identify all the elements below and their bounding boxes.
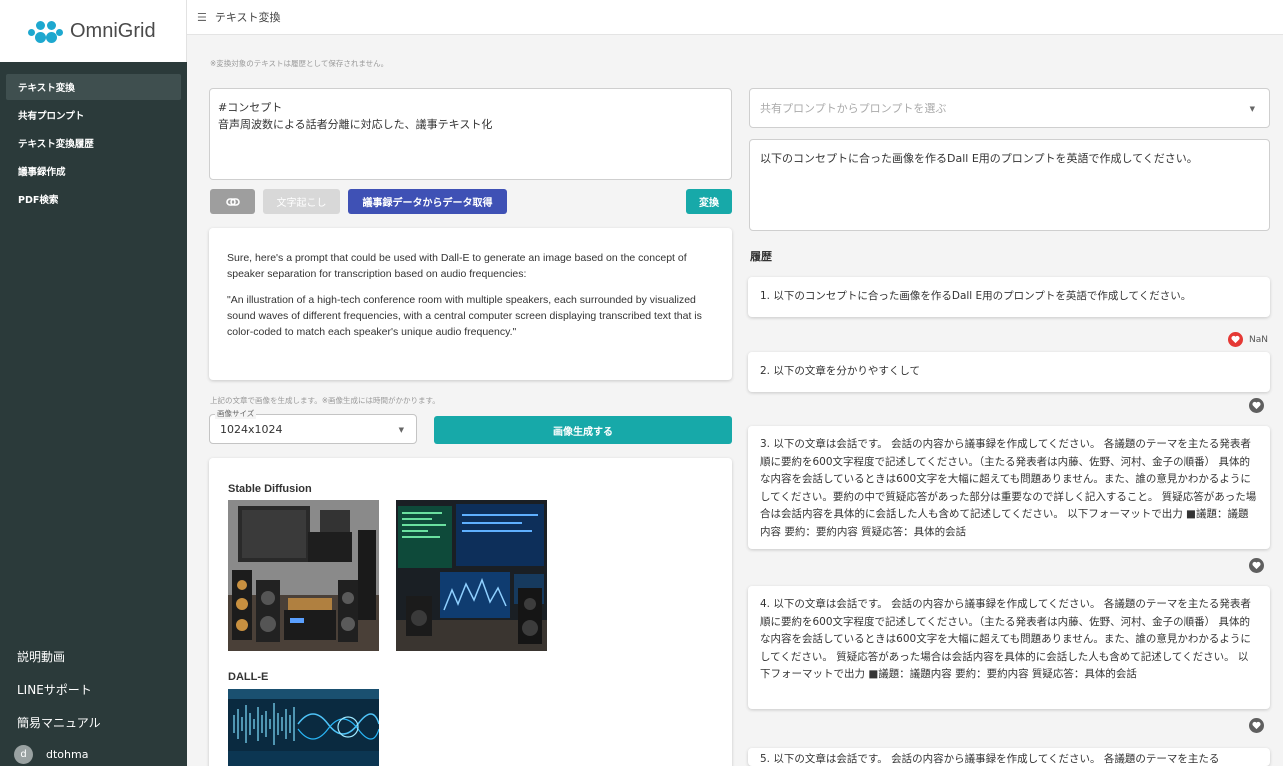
- generated-images: Stable Diffusion DALL-E: [209, 458, 732, 766]
- heart-icon[interactable]: [1249, 718, 1264, 733]
- transcribe-button[interactable]: 文字起こし: [263, 189, 340, 214]
- shared-prompt-select[interactable]: 共有プロンプトからプロンプトを選ぶ ▼: [749, 88, 1270, 128]
- user-profile[interactable]: d dtohma: [0, 739, 187, 766]
- link-button[interactable]: [210, 189, 255, 214]
- stable-diffusion-image-2[interactable]: [396, 500, 547, 651]
- history-item-text: 3. 以下の文章は会話です。 会話の内容から議事録を作成してください。 各議題の…: [760, 438, 1257, 538]
- like-count: NaN: [1249, 335, 1268, 345]
- concept-line-1: #コンセプト: [218, 101, 283, 114]
- chevron-down-icon: ▼: [398, 426, 404, 434]
- image-generation-note: 上記の文章で画像を生成します。※画像生成には時間がかかります。: [210, 396, 440, 405]
- prompt-text: 以下のコンセプトに合った画像を作るDall E用のプロンプトを英語で作成してくだ…: [760, 152, 1198, 165]
- logo-text: OmniGrid: [70, 19, 156, 42]
- image-size-label: 画像サイズ: [215, 408, 257, 419]
- heart-icon[interactable]: [1249, 398, 1264, 413]
- heart-icon[interactable]: [1249, 558, 1264, 573]
- sidebar-nav: テキスト変換 共有プロンプト テキスト変換履歴 議事録作成 PDF検索: [0, 74, 187, 212]
- sidebar-item-video[interactable]: 説明動画: [0, 640, 187, 673]
- history-item[interactable]: 4. 以下の文章は会話です。 会話の内容から議事録を作成してください。 各議題の…: [748, 586, 1270, 709]
- history-item-text: 1. 以下のコンセプトに合った画像を作るDall E用のプロンプトを英語で作成し…: [760, 290, 1192, 302]
- prompt-input[interactable]: 以下のコンセプトに合った画像を作るDall E用のプロンプトを英語で作成してくだ…: [749, 139, 1270, 231]
- result-paragraph-2: "An illustration of a high-tech conferen…: [227, 294, 702, 338]
- history-item-text: 5. 以下の文章は会話です。 会話の内容から議事録を作成してください。 各議題の…: [760, 753, 1220, 765]
- fetch-minutes-data-button[interactable]: 議事録データからデータ取得: [348, 189, 507, 214]
- stable-diffusion-title: Stable Diffusion: [228, 483, 312, 495]
- avatar: d: [14, 744, 33, 764]
- shared-prompt-placeholder: 共有プロンプトからプロンプトを選ぶ: [760, 102, 947, 115]
- history-item[interactable]: 1. 以下のコンセプトに合った画像を作るDall E用のプロンプトを英語で作成し…: [748, 277, 1270, 317]
- menu-icon[interactable]: ☰: [197, 11, 207, 24]
- concept-line-2: 音声周波数による話者分離に対応した、議事テキスト化: [218, 118, 493, 131]
- history-item[interactable]: 2. 以下の文章を分かりやすくして: [748, 352, 1270, 392]
- history-notice: ※変換対象のテキストは履歴として保存されません。: [210, 59, 389, 68]
- user-name: dtohma: [46, 747, 89, 761]
- page-title: テキスト変換: [214, 11, 281, 24]
- link-icon: [225, 197, 240, 206]
- heart-icon[interactable]: [1228, 332, 1243, 347]
- image-size-value: 1024x1024: [220, 422, 283, 436]
- result-paragraph-1: Sure, here's a prompt that could be used…: [227, 252, 687, 280]
- logo[interactable]: OmniGrid: [0, 0, 187, 62]
- history-item-text: 4. 以下の文章は会話です。 会話の内容から議事録を作成してください。 各議題の…: [760, 598, 1251, 680]
- history-item-text: 2. 以下の文章を分かりやすくして: [760, 365, 921, 377]
- history-title: 履歴: [750, 250, 772, 263]
- concept-input[interactable]: #コンセプト 音声周波数による話者分離に対応した、議事テキスト化: [209, 88, 732, 180]
- history-item[interactable]: 3. 以下の文章は会話です。 会話の内容から議事録を作成してください。 各議題の…: [748, 426, 1270, 549]
- sidebar-item-manual[interactable]: 簡易マニュアル: [0, 706, 187, 739]
- chevron-down-icon: ▼: [1249, 105, 1255, 113]
- sidebar-item-line-support[interactable]: LINEサポート: [0, 673, 187, 706]
- history-item[interactable]: 5. 以下の文章は会話です。 会話の内容から議事録を作成してください。 各議題の…: [748, 748, 1270, 766]
- sidebar-item-text-conversion[interactable]: テキスト変換: [6, 74, 181, 100]
- sidebar: OmniGrid テキスト変換 共有プロンプト テキスト変換履歴 議事録作成 P…: [0, 0, 187, 766]
- convert-button[interactable]: 変換: [686, 189, 732, 214]
- sidebar-item-conversion-history[interactable]: テキスト変換履歴: [6, 130, 181, 156]
- sidebar-item-minutes[interactable]: 議事録作成: [6, 158, 181, 184]
- sidebar-item-pdf-search[interactable]: PDF検索: [6, 186, 181, 212]
- dalle-title: DALL-E: [228, 671, 269, 683]
- sidebar-bottom: 説明動画 LINEサポート 簡易マニュアル d dtohma: [0, 640, 187, 766]
- header: ☰ テキスト変換: [187, 0, 1283, 35]
- stable-diffusion-image-1[interactable]: [228, 500, 379, 651]
- sidebar-item-shared-prompts[interactable]: 共有プロンプト: [6, 102, 181, 128]
- generate-image-button[interactable]: 画像生成する: [434, 416, 732, 444]
- dalle-image-1[interactable]: [228, 689, 379, 766]
- omnigrid-logo-icon: [28, 18, 64, 44]
- conversion-result: Sure, here's a prompt that could be used…: [209, 228, 732, 380]
